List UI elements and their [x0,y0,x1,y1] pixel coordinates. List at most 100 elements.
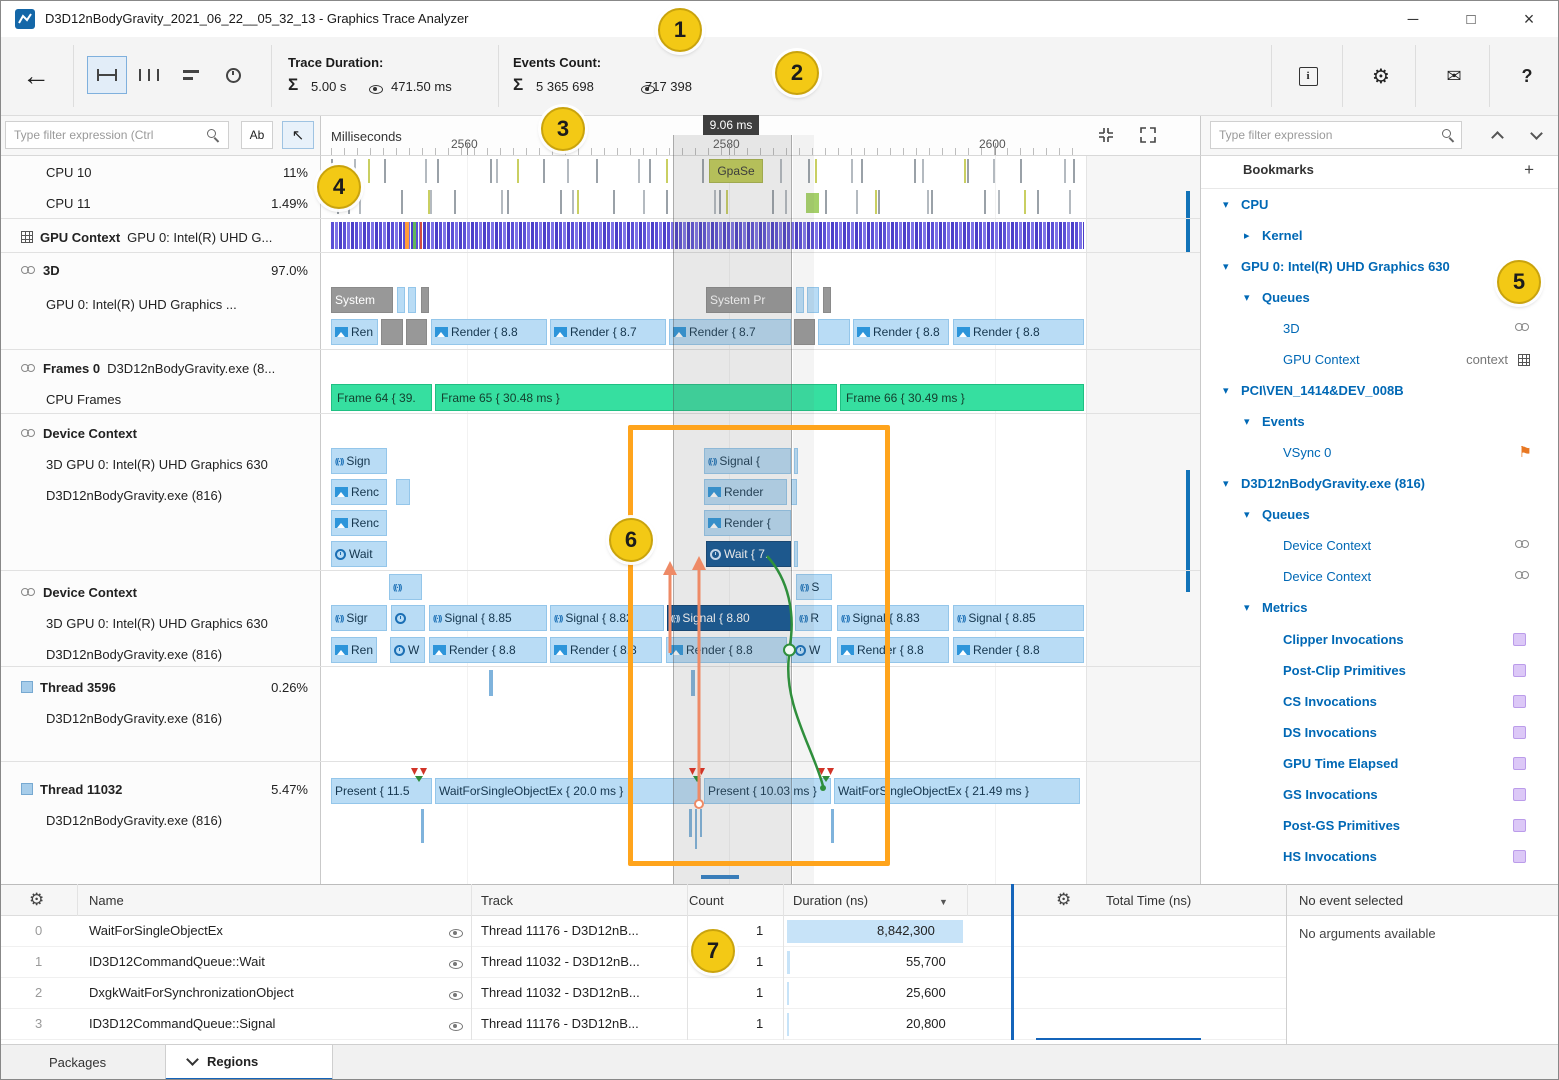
sidebar-item-metric-hs[interactable]: HS Invocations [1201,843,1559,872]
sidebar-item-metrics[interactable]: ▾Metrics [1201,594,1559,623]
tab-regions[interactable]: Regions [165,1045,333,1080]
track-label-cpu11[interactable]: CPU 111.49% [1,188,320,218]
signal-packet-bar[interactable]: ((·)) [389,574,422,600]
bookmarks-filter-input[interactable] [1210,121,1462,149]
tree-open-icon[interactable]: ▾ [1223,477,1229,490]
signal-packet-bar[interactable]: ((·))Sign [331,448,387,474]
thread-event-tick[interactable] [421,809,424,843]
table-settings-button[interactable]: ⚙ [29,890,44,910]
sidebar-item-queues-2[interactable]: ▾Queues [1201,501,1559,530]
sort-descending-icon[interactable]: ▼ [939,897,948,907]
aggregate-settings-button[interactable]: ⚙ [1056,890,1071,910]
sidebar-item-metric-gputime[interactable]: GPU Time Elapsed [1201,750,1559,779]
visibility-icon[interactable] [449,1022,463,1031]
tree-open-icon[interactable]: ▾ [1223,260,1229,273]
sidebar-item-process[interactable]: ▾D3D12nBodyGravity.exe (816) [1201,470,1559,499]
frame-bar[interactable]: Frame 64 { 39. [331,384,432,411]
minimize-button[interactable]: ─ [1387,1,1439,37]
tree-open-icon[interactable]: ▾ [1244,508,1250,521]
zoom-to-selection-button[interactable] [1089,120,1123,150]
track-label-gpu-context[interactable]: GPU ContextGPU 0: Intel(R) UHD G... [1,222,320,252]
sidebar-item-metric-postgs[interactable]: Post-GS Primitives [1201,812,1559,841]
signal-packet-bar[interactable]: ((·))Sigr [331,605,387,631]
track-label-dc2-line2[interactable]: 3D GPU 0: Intel(R) UHD Graphics 630 [1,608,320,638]
present-bar[interactable]: Present { 11.5 [331,778,432,804]
track-label-device-context-1[interactable]: Device Context [1,418,320,448]
column-header-name[interactable]: Name [89,893,124,908]
fit-all-button[interactable] [1131,120,1165,150]
close-button[interactable]: × [1503,1,1555,37]
packet-bar[interactable] [406,319,427,345]
wait-packet-bar[interactable]: Wait [331,541,387,567]
track-label-3d-queue[interactable]: 3D97.0% [1,255,320,285]
sidebar-item-metric-cs[interactable]: CS Invocations [1201,688,1559,717]
visibility-icon[interactable] [449,960,463,969]
track-label-thread-11032[interactable]: Thread 110325.47% [1,774,320,804]
render-packet-bar[interactable]: Ren [331,319,378,345]
tree-closed-icon[interactable]: ▸ [1244,229,1250,242]
signal-packet-bar[interactable]: ((·))Signal { 8.85 [429,605,547,631]
view-mode-tracks-button[interactable] [171,56,211,94]
render-packet-bar[interactable]: Ren [331,637,377,663]
render-packet-bar[interactable]: Renc [331,479,387,505]
track-label-cpu10[interactable]: CPU 1011% [1,157,320,187]
column-header-total-time[interactable]: Total Time (ns) [1106,893,1191,908]
sidebar-item-gpu-context[interactable]: GPU Contextcontext [1201,346,1559,375]
sidebar-item-device-context-1[interactable]: Device Context [1201,532,1559,561]
track-label-dc1-line2[interactable]: 3D GPU 0: Intel(R) UHD Graphics 630 [1,449,320,479]
column-header-count[interactable]: Count [689,893,724,908]
sidebar-item-metric-postclip[interactable]: Post-Clip Primitives [1201,657,1559,686]
packet-bar[interactable] [408,287,416,313]
wait-packet-bar[interactable]: W [390,637,425,663]
view-mode-range-button[interactable] [87,56,127,94]
table-row[interactable]: 2 DxgkWaitForSynchronizationObject Threa… [1,978,1286,1009]
thread-event-tick[interactable] [489,670,493,696]
column-header-track[interactable]: Track [481,893,513,908]
render-packet-bar[interactable]: Render { 8.8 [953,319,1084,345]
sidebar-item-metric-clipper[interactable]: Clipper Invocations [1201,626,1559,655]
render-packet-bar[interactable]: Renc [331,510,387,536]
view-mode-caliper-button[interactable] [129,56,169,94]
track-label-device-context-2[interactable]: Device Context [1,577,320,607]
frame-bar[interactable]: Frame 66 { 30.49 ms } [840,384,1084,411]
sidebar-item-3d-queue[interactable]: 3D [1201,315,1559,344]
packet-bar[interactable] [818,319,850,345]
tree-open-icon[interactable]: ▾ [1223,384,1229,397]
sidebar-item-kernel[interactable]: ▸Kernel [1201,222,1559,251]
tree-open-icon[interactable]: ▾ [1244,415,1250,428]
left-filter-input[interactable] [5,121,229,149]
settings-button[interactable]: ⚙ [1361,57,1401,95]
visibility-icon[interactable] [449,929,463,938]
table-row[interactable]: 1 ID3D12CommandQueue::Wait Thread 11032 … [1,947,1286,978]
tree-open-icon[interactable]: ▾ [1223,198,1229,211]
render-packet-bar[interactable]: Render { 8.7 [550,319,666,345]
sidebar-item-pci-device[interactable]: ▾PCI\VEN_1414&DEV_008B [1201,377,1559,406]
collapse-all-button[interactable] [1480,121,1514,149]
tab-packages[interactable]: Packages [49,1055,106,1070]
system-bar[interactable]: System [331,287,393,313]
help-button[interactable]: ? [1507,57,1547,95]
packet-bar[interactable] [396,479,410,505]
sidebar-item-events[interactable]: ▾Events [1201,408,1559,437]
track-label-frames[interactable]: Frames 0D3D12nBodyGravity.exe (8... [1,353,320,383]
feedback-button[interactable]: ✉ [1434,57,1474,95]
render-packet-bar[interactable]: Render { 8.8 [853,319,949,345]
packet-bar[interactable] [397,287,405,313]
sidebar-item-metric-ds[interactable]: DS Invocations [1201,719,1559,748]
packet-bar[interactable] [421,287,429,313]
track-label-thread-3596[interactable]: Thread 35960.26% [1,672,320,702]
table-row[interactable]: 0 WaitForSingleObjectEx Thread 11176 - D… [1,916,1286,947]
wait-packet-bar[interactable] [391,605,425,631]
packet-bar[interactable] [823,287,831,313]
sidebar-item-vsync[interactable]: VSync 0⚑ [1201,439,1559,468]
render-packet-bar[interactable]: Render { 8.8 [953,637,1084,663]
expand-all-button[interactable] [1519,121,1553,149]
add-bookmark-button[interactable]: + [1524,160,1534,180]
packet-bar[interactable] [381,319,403,345]
sidebar-item-cpu[interactable]: ▾CPU [1201,191,1559,220]
back-button[interactable]: ← [13,55,59,97]
info-button[interactable]: i [1288,57,1328,95]
track-label-dc1-line3[interactable]: D3D12nBodyGravity.exe (816) [1,480,320,510]
visibility-icon[interactable] [449,991,463,1000]
maximize-button[interactable]: □ [1445,1,1497,37]
